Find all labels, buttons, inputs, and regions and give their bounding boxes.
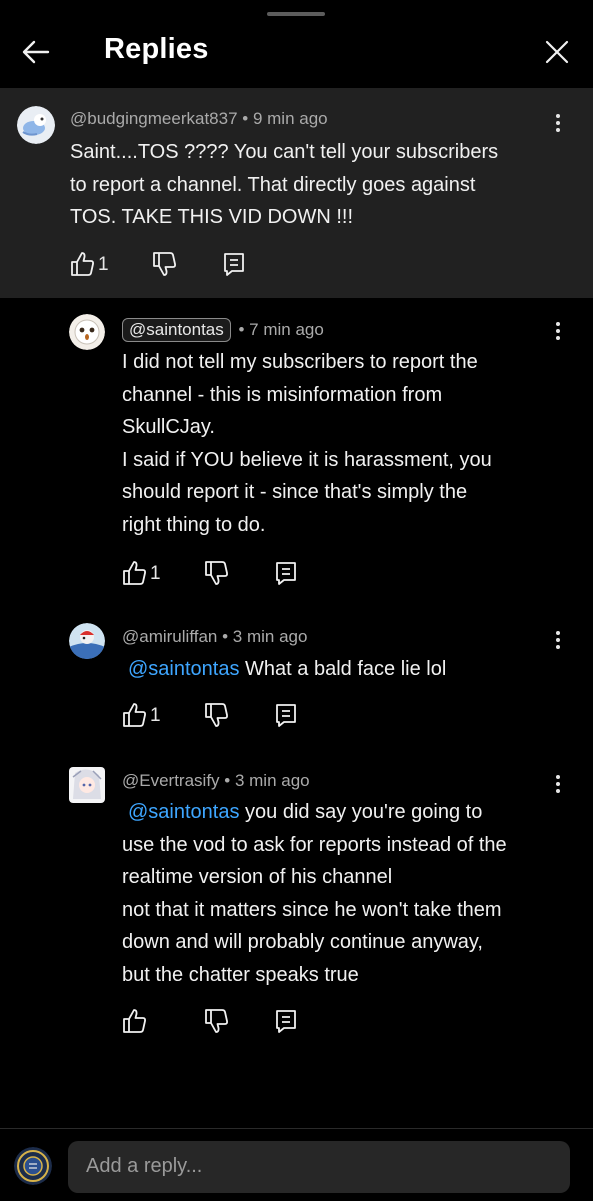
avatar[interactable] [69, 623, 105, 659]
more-button[interactable] [548, 626, 568, 656]
reply-icon [276, 704, 296, 727]
comment-text: @saintontas What a bald face lie lol [122, 653, 446, 686]
reply-button[interactable] [272, 1007, 300, 1035]
like-count: 1 [98, 254, 109, 275]
avatar[interactable] [14, 1147, 52, 1185]
comment-meta: @Evertrasify • 3 min ago [122, 771, 310, 790]
more-button[interactable] [548, 109, 568, 139]
comment-meta: @budgingmeerkat837 • 9 min ago [70, 109, 328, 128]
comment-time: 9 min ago [252, 109, 328, 128]
avatar-image [69, 623, 105, 659]
reply-composer: Add a reply... [0, 1128, 593, 1201]
thumbs-up-icon [123, 1009, 146, 1033]
comment-author[interactable]: @budgingmeerkat837 [70, 109, 238, 128]
avatar-image [17, 106, 55, 144]
dislike-button[interactable] [150, 250, 178, 278]
reply-button[interactable] [272, 701, 300, 729]
dislike-button[interactable] [202, 701, 230, 729]
comment-body: What a bald face lie lol [245, 658, 447, 680]
back-button[interactable] [18, 34, 54, 70]
reply-icon [276, 1010, 296, 1033]
comment-time: 3 min ago [232, 627, 308, 646]
avatar-image [69, 314, 105, 350]
reply-input[interactable]: Add a reply... [68, 1141, 570, 1193]
comment-author[interactable]: @Evertrasify [122, 771, 220, 790]
thumbs-up-icon [123, 703, 146, 727]
comment-text: Saint....TOS ???? You can't tell your su… [70, 141, 499, 229]
comment-text: I did not tell my subscribers to report … [122, 351, 492, 536]
thumbs-down-icon [205, 703, 228, 727]
page-title: Replies [104, 33, 209, 65]
like-button[interactable] [120, 559, 148, 587]
more-button[interactable] [548, 770, 568, 800]
like-button[interactable] [120, 701, 148, 729]
creator-handle-badge[interactable]: @saintontas [122, 318, 231, 342]
dislike-button[interactable] [202, 559, 230, 587]
thumbs-down-icon [153, 252, 176, 276]
close-icon [545, 40, 569, 64]
reply-icon [276, 562, 296, 585]
comment-body: you did say you're going to use the vod … [122, 801, 507, 986]
dislike-button[interactable] [202, 1007, 230, 1035]
avatar-image [69, 767, 105, 803]
reply-button[interactable] [272, 559, 300, 587]
comment-time: 7 min ago [249, 320, 324, 339]
comment-meta: @amiruliffan • 3 min ago [122, 627, 308, 646]
comment-meta: @saintontas • 7 min ago [122, 318, 324, 342]
avatar-image [14, 1147, 52, 1185]
reply-button[interactable] [220, 250, 248, 278]
avatar[interactable] [69, 314, 105, 350]
comment-author[interactable]: @amiruliffan [122, 627, 217, 646]
like-count: 1 [150, 563, 161, 584]
mention-link[interactable]: @saintontas [128, 801, 239, 823]
reply-icon [224, 253, 244, 276]
comment-text: @saintontas you did say you're going to … [122, 796, 507, 992]
arrow-left-icon [22, 40, 50, 64]
comment-time: 3 min ago [234, 771, 310, 790]
thumbs-down-icon [205, 561, 228, 585]
mention-link[interactable]: @saintontas [128, 658, 239, 680]
avatar[interactable] [17, 106, 55, 144]
thumbs-up-icon [123, 561, 146, 585]
close-button[interactable] [539, 34, 575, 70]
more-button[interactable] [548, 317, 568, 347]
avatar[interactable] [69, 767, 105, 803]
like-button[interactable] [120, 1007, 148, 1035]
replies-header: Replies [0, 0, 593, 88]
like-button[interactable] [68, 250, 96, 278]
thumbs-up-icon [71, 252, 94, 276]
like-count: 1 [150, 705, 161, 726]
thumbs-down-icon [205, 1009, 228, 1033]
